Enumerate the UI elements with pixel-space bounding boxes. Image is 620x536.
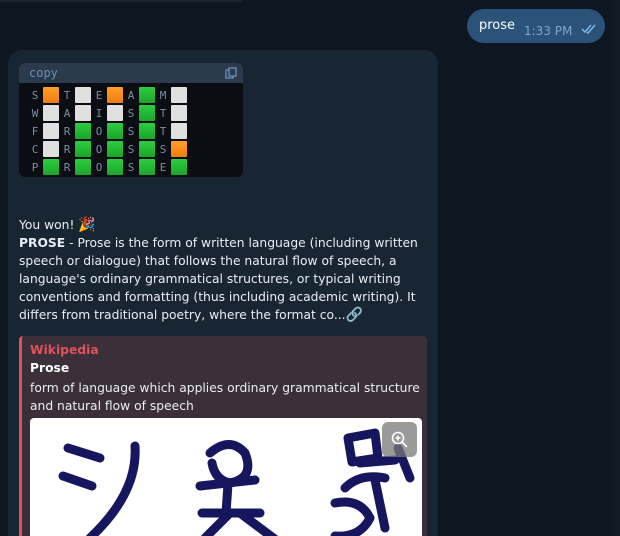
orange-square [43,87,59,103]
grid-row: PROSE [27,158,187,176]
grid-letter: C [31,142,39,156]
grid-letter: R [63,142,71,156]
green-square [43,159,59,175]
link-emoji[interactable]: 🔗 [346,306,363,324]
link-preview[interactable]: Wikipedia Prose form of language which a… [19,336,427,536]
grid-letter: M [159,88,167,102]
preview-title: Prose [30,361,70,375]
zoom-button[interactable] [382,422,417,457]
grid-letter: T [159,124,167,138]
prose-script-image [58,428,415,536]
grid-letter: S [31,88,39,102]
green-square [171,159,187,175]
white-square [43,141,59,157]
preview-site-name: Wikipedia [30,343,99,357]
grid-letter: S [127,106,135,120]
code-header: copy [19,63,243,83]
grid-row: CROSS [27,140,187,158]
preview-description: form of language which applies ordinary … [30,381,420,413]
grid-letter: R [63,124,71,138]
white-square [171,87,187,103]
grid-letter: E [95,88,103,102]
grid-letter: A [127,88,135,102]
scrollbar-thumb[interactable] [612,0,620,536]
grid-letter: W [31,106,39,120]
grid-letter: E [159,160,167,174]
orange-square [107,87,123,103]
grid-letter: S [127,142,135,156]
green-square [107,123,123,139]
white-square [75,105,91,121]
party-emoji: 🎉 [78,217,96,233]
white-square [75,87,91,103]
copy-icon[interactable] [225,67,237,79]
green-square [139,105,155,121]
outgoing-message[interactable]: prose 1:33 PM [467,9,605,43]
guess-grid: STEAMWAISTFROSTCROSSPROSE [27,86,187,176]
message-text: You won! 🎉 PROSE - Prose is the form of … [19,216,419,324]
green-square [75,141,91,157]
green-square [75,159,91,175]
grid-letter: S [127,160,135,174]
grid-letter: O [95,142,103,156]
green-square [107,159,123,175]
grid-letter: T [159,106,167,120]
white-square [43,105,59,121]
preview-image[interactable] [30,418,422,536]
grid-letter: A [63,106,71,120]
zoom-in-icon [391,431,408,448]
white-square [171,105,187,121]
win-line: You won! 🎉 [19,216,419,234]
grid-letter: T [63,88,71,102]
grid-row: FROST [27,122,187,140]
white-square [43,123,59,139]
grid-letter: S [127,124,135,138]
grid-row: STEAM [27,86,187,104]
win-text: You won! [19,218,75,232]
outgoing-text: prose [479,18,516,33]
grid-letter: S [159,142,167,156]
definition-paragraph: PROSE - Prose is the form of written lan… [19,234,419,324]
outgoing-time: 1:33 PM [524,24,573,38]
grid-letter: O [95,124,103,138]
answer-word: PROSE [19,236,66,250]
green-square [75,123,91,139]
code-language: copy [29,66,58,80]
grid-letter: P [31,160,39,174]
grid-letter: I [95,106,103,120]
white-square [107,105,123,121]
white-square [171,123,187,139]
green-square [107,141,123,157]
grid-letter: O [95,160,103,174]
green-square [139,141,155,157]
green-square [139,123,155,139]
green-square [139,159,155,175]
orange-square [171,141,187,157]
grid-letter: F [31,124,39,138]
grid-row: WAIST [27,104,187,122]
grid-letter: R [63,160,71,174]
scrollbar[interactable] [612,0,620,536]
double-check-icon [581,24,596,35]
top-separator [0,0,242,2]
code-block[interactable]: copy STEAMWAISTFROSTCROSSPROSE [19,63,243,177]
green-square [139,87,155,103]
